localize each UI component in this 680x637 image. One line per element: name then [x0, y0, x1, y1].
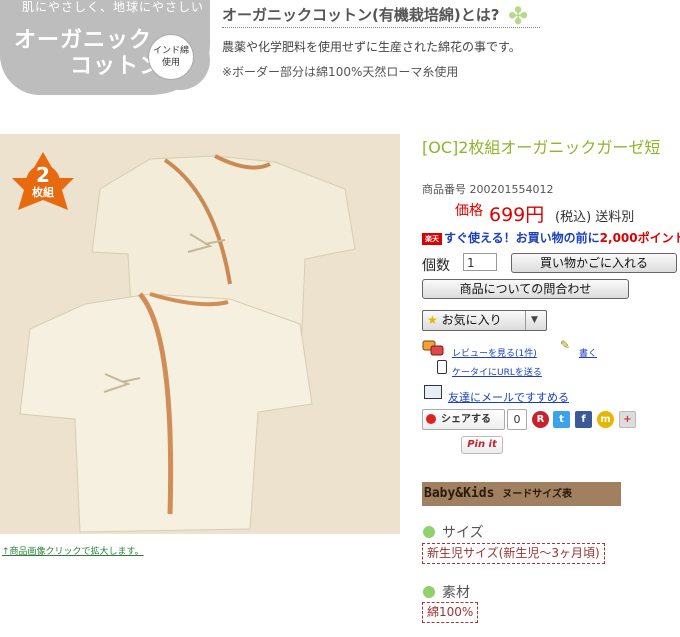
price-value: 699円	[489, 204, 545, 226]
quantity-label: 個数	[422, 258, 450, 274]
mobile-phone-icon	[437, 360, 447, 374]
enlarge-image-link[interactable]: ↑商品画像クリックで拡大します。	[2, 544, 144, 557]
star-icon: ★	[427, 313, 438, 327]
product-image[interactable]: 2 枚組	[0, 134, 400, 534]
mail-icon	[424, 385, 442, 399]
view-reviews-link[interactable]: レビューを見る(1件)	[452, 346, 537, 359]
header-title: オーガニックコットン(有機栽培綿)とは?	[222, 6, 500, 24]
add-more-icon[interactable]: +	[619, 411, 636, 428]
share-count: 0	[507, 409, 527, 430]
header-badge-line2: 使用	[161, 58, 180, 68]
rakuten-r-icon[interactable]: R	[532, 411, 549, 428]
price-label: 価格	[455, 203, 483, 219]
product-inquiry-button[interactable]: 商品についての問合わせ	[422, 279, 629, 299]
spec-value-material: 綿100%	[422, 602, 479, 623]
product-number: 商品番号 200201554012	[422, 181, 553, 197]
add-to-cart-button[interactable]: 買い物かごに入れる	[511, 253, 677, 273]
promo-text-1: すぐ使える！お買い物の前に	[444, 231, 600, 245]
size-chart-main: Baby&Kids	[424, 486, 495, 501]
promo-text-points: 2,000ポイント	[599, 231, 680, 245]
facebook-icon[interactable]: f	[575, 411, 592, 428]
point-promo-banner[interactable]: 楽天すぐ使える！お買い物の前に2,000ポイントゲッ	[422, 229, 680, 245]
quantity-input[interactable]: 1	[463, 253, 497, 271]
favorite-button-divider	[525, 311, 526, 330]
bullet-icon	[423, 526, 435, 538]
rakuten-card-icon: 楽天	[422, 232, 442, 245]
twitter-icon[interactable]: t	[553, 411, 570, 428]
favorite-button-label: お気に入り	[441, 313, 502, 327]
spec-heading-material: 素材	[442, 585, 470, 601]
badge-label: 枚組	[32, 185, 54, 199]
header-note: ※ボーダー部分は綿100%天然ローマ糸使用	[222, 65, 459, 79]
product-image-illustration: 2 枚組	[0, 134, 400, 534]
header-badge-line1: インド綿	[152, 46, 189, 56]
share-icon	[426, 414, 436, 424]
email-friend-link[interactable]: 友達にメールですすめる	[448, 389, 569, 405]
product-number-value: 200201554012	[469, 183, 554, 196]
product-number-label: 商品番号	[422, 183, 466, 196]
header-description: 農薬や化学肥料を使用せずに生産された綿花の事です。	[222, 40, 521, 54]
write-review-link[interactable]: 書く	[579, 346, 597, 359]
share-button-label: シェアする	[441, 414, 491, 425]
pinterest-button[interactable]: Pin it	[461, 436, 503, 454]
size-chart-banner[interactable]: Baby&Kids ヌードサイズ表	[422, 482, 621, 506]
spec-heading-size: サイズ	[442, 525, 484, 541]
spec-value-size: 新生児サイズ(新生児～3ヶ月頃)	[422, 543, 605, 564]
size-chart-sub: ヌードサイズ表	[502, 489, 572, 500]
tax-shipping-note: (税込) 送料別	[555, 210, 635, 225]
chevron-down-icon[interactable]: ▼	[531, 311, 538, 330]
header-tagline: 肌にやさしく、地球にやさしい	[22, 0, 205, 14]
bullet-icon	[423, 586, 435, 598]
send-to-mobile-link[interactable]: ケータイにURLを送る	[452, 365, 542, 378]
favorite-button[interactable]: ★ お気に入り ▼	[422, 310, 547, 331]
pencil-icon: ✎	[560, 338, 571, 352]
review-icon	[422, 340, 444, 356]
mixi-icon[interactable]: m	[597, 411, 614, 428]
badge-number: 2	[36, 163, 50, 187]
product-title: [OC]2枚組オーガニックガーゼ短	[422, 138, 661, 157]
header-badge: インド綿 使用	[148, 34, 194, 80]
share-button[interactable]: シェアする	[422, 409, 505, 430]
header-divider	[222, 27, 540, 28]
clover-icon: ✤	[508, 2, 529, 30]
